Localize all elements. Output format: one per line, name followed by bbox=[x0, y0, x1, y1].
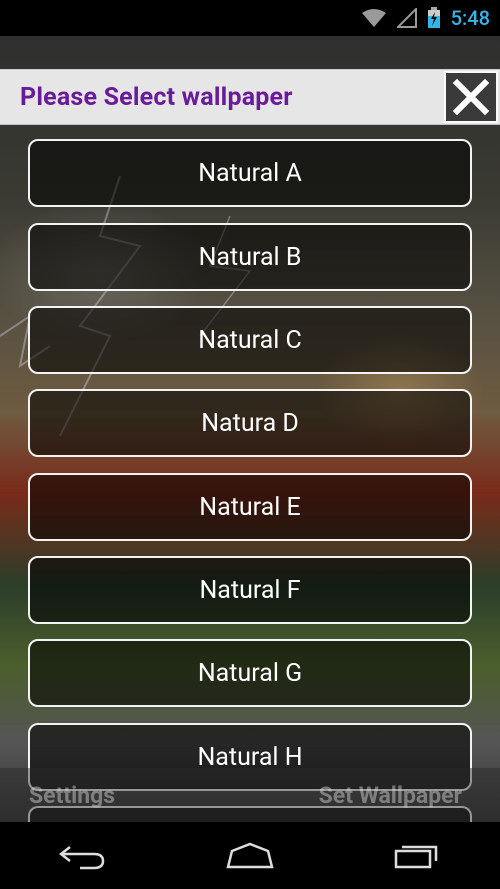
wifi-icon bbox=[361, 8, 387, 28]
battery-icon bbox=[427, 7, 441, 29]
status-bar: 5:48 bbox=[0, 0, 500, 36]
wallpaper-item-natural-g[interactable]: Natural G bbox=[28, 639, 472, 707]
wallpaper-item-label: Natural E bbox=[199, 492, 301, 522]
navigation-bar bbox=[0, 822, 500, 889]
wallpaper-item-natural-a[interactable]: Natural A bbox=[28, 139, 472, 207]
wallpaper-item-label: Natural B bbox=[198, 242, 302, 272]
close-icon bbox=[452, 78, 490, 116]
wallpaper-item-natura-d[interactable]: Natura D bbox=[28, 389, 472, 457]
wallpaper-item-label: Natural F bbox=[199, 575, 301, 605]
signal-icon bbox=[396, 8, 417, 28]
wallpaper-item-natural-b[interactable]: Natural B bbox=[28, 223, 472, 291]
dialog-title-bar: Please Select wallpaper bbox=[0, 69, 500, 125]
home-icon bbox=[226, 842, 274, 868]
wallpaper-item-natural-c[interactable]: Natural C bbox=[28, 306, 472, 374]
status-time: 5:48 bbox=[450, 6, 490, 30]
wallpaper-item-label: Natural G bbox=[197, 658, 303, 688]
recents-button[interactable] bbox=[377, 832, 457, 880]
wallpaper-item-label: Natural A bbox=[198, 158, 302, 188]
settings-button[interactable]: Settings bbox=[29, 782, 115, 809]
wallpaper-item-natural-e[interactable]: Natural E bbox=[28, 473, 472, 541]
wallpaper-item-natural-f[interactable]: Natural F bbox=[28, 556, 472, 624]
back-icon bbox=[59, 845, 105, 869]
home-button[interactable] bbox=[210, 832, 290, 880]
set-wallpaper-button[interactable]: Set Wallpaper bbox=[319, 782, 462, 809]
wallpaper-item-label: Natural C bbox=[198, 325, 302, 355]
close-button[interactable] bbox=[444, 71, 498, 123]
wallpaper-item-label: Natura D bbox=[201, 408, 299, 438]
back-button[interactable] bbox=[43, 832, 123, 880]
dialog-title: Please Select wallpaper bbox=[20, 83, 293, 112]
recents-icon bbox=[394, 845, 437, 868]
